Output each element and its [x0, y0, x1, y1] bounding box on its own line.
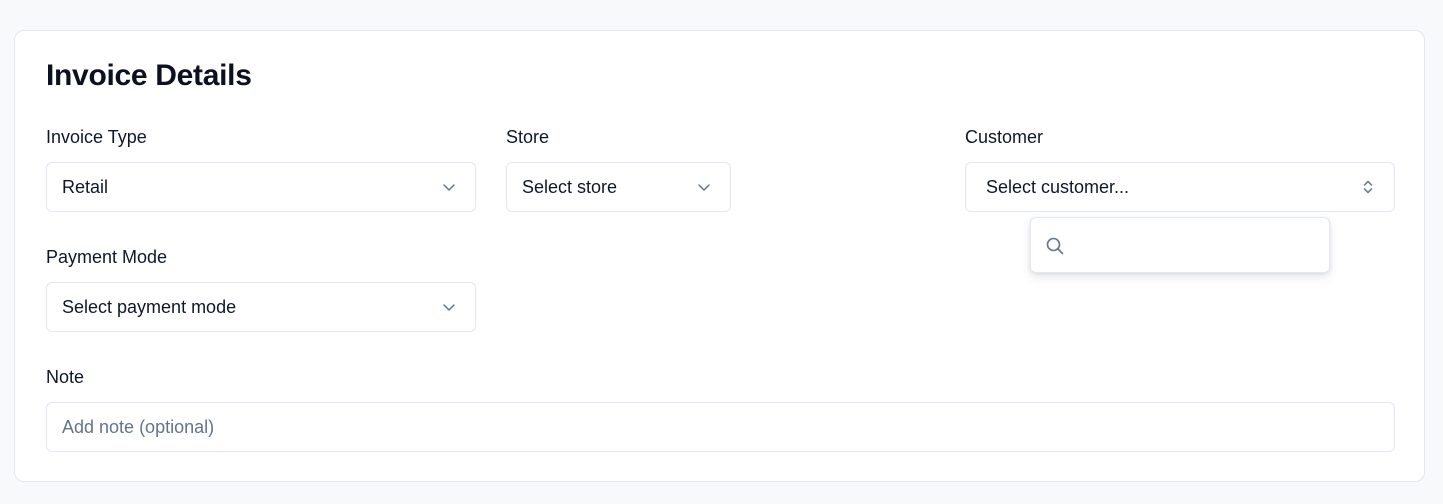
customer-search-input[interactable]: [1075, 226, 1320, 266]
chevron-down-icon: [443, 184, 455, 191]
store-select[interactable]: Select store: [506, 162, 731, 212]
search-icon: [1046, 237, 1064, 255]
card-title: Invoice Details: [46, 59, 252, 92]
store-label: Store: [506, 127, 550, 147]
chevron-down-icon: [698, 184, 710, 191]
invoice-details-card: Invoice Details Invoice Type Retail Stor…: [14, 30, 1425, 482]
note-label: Note: [46, 367, 85, 387]
invoice-type-value: Retail: [62, 176, 109, 197]
customer-value: Select customer...: [986, 176, 1130, 197]
chevron-down-icon: [443, 304, 455, 311]
note-input[interactable]: [46, 402, 1395, 452]
payment-mode-value: Select payment mode: [62, 296, 237, 317]
invoice-type-select[interactable]: Retail: [46, 162, 476, 212]
payment-mode-label: Payment Mode: [46, 247, 168, 267]
customer-label: Customer: [965, 127, 1044, 147]
customer-search-popover: [1030, 217, 1330, 273]
invoice-type-label: Invoice Type: [46, 127, 147, 147]
store-value: Select store: [522, 176, 618, 197]
chevrons-up-down-icon: [1363, 180, 1373, 194]
customer-combobox[interactable]: Select customer...: [965, 162, 1395, 212]
payment-mode-select[interactable]: Select payment mode: [46, 282, 476, 332]
